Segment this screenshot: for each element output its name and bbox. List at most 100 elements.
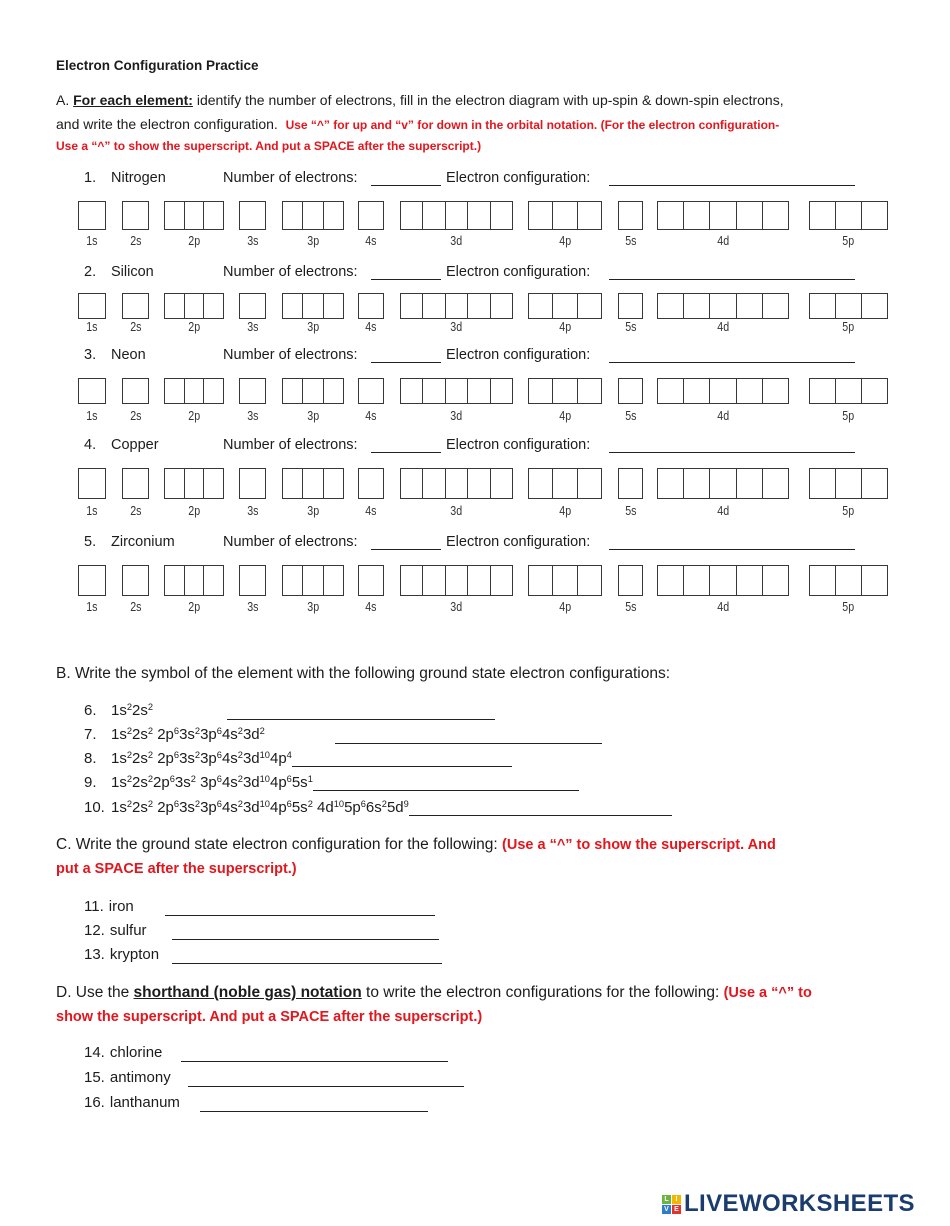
electron-count-input[interactable] <box>371 436 441 453</box>
orbital-box[interactable] <box>576 294 601 318</box>
orbital-box[interactable] <box>467 294 489 318</box>
orbital-box[interactable] <box>183 566 204 595</box>
orbital-box[interactable] <box>401 469 422 498</box>
orbital-box[interactable] <box>183 379 204 403</box>
electron-count-input[interactable] <box>371 533 441 550</box>
orbital-box[interactable] <box>79 469 105 498</box>
orbital-box[interactable] <box>322 294 343 318</box>
orbital-box[interactable] <box>735 202 762 229</box>
orbital-box[interactable] <box>683 469 709 498</box>
orbital-box[interactable] <box>467 379 489 403</box>
orbital-box[interactable] <box>683 379 709 403</box>
orbital-box[interactable] <box>444 202 467 229</box>
orbital-box[interactable] <box>861 379 887 403</box>
orbital-box[interactable] <box>79 202 105 229</box>
orbital-box[interactable] <box>658 294 683 318</box>
orbital-box[interactable] <box>576 566 601 595</box>
electron-configuration-input[interactable] <box>188 1070 464 1087</box>
orbital-box[interactable] <box>529 202 552 229</box>
element-symbol-input[interactable] <box>227 703 495 720</box>
electron-configuration-input[interactable] <box>172 923 439 940</box>
orbital-box[interactable] <box>422 379 444 403</box>
orbital-box[interactable] <box>709 294 735 318</box>
orbital-box[interactable] <box>552 566 576 595</box>
orbital-box[interactable] <box>861 202 887 229</box>
orbital-box[interactable] <box>444 379 467 403</box>
orbital-box[interactable] <box>552 294 576 318</box>
orbital-box[interactable] <box>619 294 642 318</box>
electron-configuration-input[interactable] <box>181 1045 448 1062</box>
orbital-box[interactable] <box>401 566 422 595</box>
orbital-box[interactable] <box>283 202 302 229</box>
electron-configuration-input[interactable] <box>609 436 855 453</box>
electron-configuration-input[interactable] <box>609 346 855 363</box>
orbital-box[interactable] <box>240 379 265 403</box>
orbital-box[interactable] <box>810 469 835 498</box>
orbital-box[interactable] <box>761 202 788 229</box>
orbital-box[interactable] <box>810 379 835 403</box>
orbital-box[interactable] <box>240 566 265 595</box>
orbital-box[interactable] <box>683 566 709 595</box>
orbital-box[interactable] <box>489 202 512 229</box>
orbital-box[interactable] <box>401 202 422 229</box>
orbital-box[interactable] <box>203 379 223 403</box>
orbital-box[interactable] <box>709 566 735 595</box>
orbital-box[interactable] <box>552 202 576 229</box>
orbital-box[interactable] <box>359 379 383 403</box>
orbital-box[interactable] <box>283 469 302 498</box>
orbital-box[interactable] <box>422 294 444 318</box>
orbital-box[interactable] <box>735 566 762 595</box>
orbital-box[interactable] <box>529 566 552 595</box>
orbital-box[interactable] <box>489 566 512 595</box>
orbital-box[interactable] <box>123 566 148 595</box>
orbital-box[interactable] <box>489 294 512 318</box>
orbital-box[interactable] <box>444 294 467 318</box>
orbital-box[interactable] <box>165 566 184 595</box>
orbital-box[interactable] <box>283 379 302 403</box>
orbital-box[interactable] <box>529 379 552 403</box>
orbital-box[interactable] <box>322 469 343 498</box>
orbital-box[interactable] <box>183 469 204 498</box>
electron-configuration-input[interactable] <box>609 263 855 280</box>
orbital-box[interactable] <box>165 379 184 403</box>
orbital-box[interactable] <box>576 469 601 498</box>
element-symbol-input[interactable] <box>335 727 602 744</box>
orbital-box[interactable] <box>835 566 861 595</box>
orbital-box[interactable] <box>709 469 735 498</box>
orbital-box[interactable] <box>489 469 512 498</box>
orbital-box[interactable] <box>444 469 467 498</box>
orbital-box[interactable] <box>761 294 788 318</box>
orbital-box[interactable] <box>422 469 444 498</box>
element-symbol-input[interactable] <box>291 750 512 767</box>
orbital-box[interactable] <box>79 566 105 595</box>
orbital-box[interactable] <box>709 202 735 229</box>
orbital-box[interactable] <box>489 379 512 403</box>
orbital-box[interactable] <box>552 469 576 498</box>
orbital-box[interactable] <box>123 294 148 318</box>
orbital-box[interactable] <box>658 202 683 229</box>
electron-configuration-input[interactable] <box>609 169 855 186</box>
orbital-box[interactable] <box>183 294 204 318</box>
electron-configuration-input[interactable] <box>609 533 855 550</box>
orbital-box[interactable] <box>683 294 709 318</box>
orbital-box[interactable] <box>401 379 422 403</box>
orbital-box[interactable] <box>422 202 444 229</box>
orbital-box[interactable] <box>467 202 489 229</box>
electron-configuration-input[interactable] <box>165 899 435 916</box>
orbital-box[interactable] <box>861 469 887 498</box>
orbital-box[interactable] <box>835 294 861 318</box>
orbital-box[interactable] <box>709 379 735 403</box>
orbital-box[interactable] <box>552 379 576 403</box>
orbital-box[interactable] <box>359 202 383 229</box>
orbital-box[interactable] <box>165 294 184 318</box>
orbital-box[interactable] <box>302 202 322 229</box>
orbital-box[interactable] <box>467 566 489 595</box>
orbital-box[interactable] <box>79 379 105 403</box>
orbital-box[interactable] <box>123 379 148 403</box>
orbital-box[interactable] <box>283 566 302 595</box>
electron-configuration-input[interactable] <box>200 1095 428 1112</box>
electron-count-input[interactable] <box>371 346 441 363</box>
orbital-box[interactable] <box>123 202 148 229</box>
orbital-box[interactable] <box>735 379 762 403</box>
orbital-box[interactable] <box>619 469 642 498</box>
